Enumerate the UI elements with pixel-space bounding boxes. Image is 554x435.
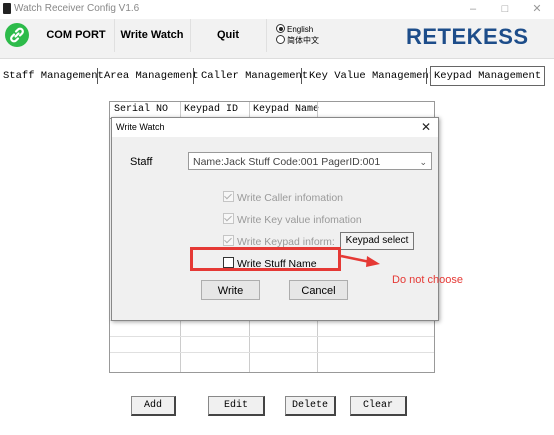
- row-divider: [110, 336, 434, 337]
- write-button[interactable]: Write: [201, 280, 260, 300]
- management-tabs: Staff Management Area Management Caller …: [0, 66, 554, 86]
- write-key-value-option[interactable]: Write Key value infomation: [223, 213, 362, 226]
- delete-button[interactable]: Delete: [285, 396, 336, 416]
- link-icon[interactable]: [5, 23, 29, 47]
- staff-label: Staff: [130, 156, 153, 168]
- tab-caller-management[interactable]: Caller Management: [201, 67, 308, 85]
- annotation-text: Do not choose: [392, 274, 463, 286]
- maximize-button[interactable]: □: [494, 1, 516, 17]
- checkbox-checked-icon[interactable]: [223, 191, 234, 202]
- tab-divider: [301, 68, 302, 84]
- write-caller-option[interactable]: Write Caller infomation: [223, 191, 343, 204]
- dialog-title: Write Watch: [116, 122, 165, 132]
- edit-button[interactable]: Edit: [208, 396, 265, 416]
- title-bar: Watch Receiver Config V1.6 – □ ✕: [0, 0, 554, 18]
- tab-staff-management[interactable]: Staff Management: [3, 67, 104, 85]
- retekess-logo: RETEKESS: [406, 24, 529, 49]
- keypad-select-button[interactable]: Keypad select: [340, 232, 414, 250]
- window-close-button[interactable]: ✕: [526, 1, 548, 17]
- red-arrow-icon: [340, 254, 380, 267]
- language-option-chinese[interactable]: 简体中文: [276, 35, 319, 46]
- minimize-button[interactable]: –: [462, 1, 484, 17]
- tab-keypad-management[interactable]: Keypad Management: [430, 66, 546, 86]
- com-port-button[interactable]: COM PORT: [38, 19, 115, 52]
- toolbar: COM PORT Write Watch Quit English 简体中文 R…: [0, 19, 554, 59]
- tab-divider: [426, 68, 427, 84]
- radio-selected-icon[interactable]: [276, 24, 285, 33]
- tab-divider: [97, 68, 98, 84]
- highlight-box: [190, 247, 341, 271]
- column-header-keypad-id[interactable]: Keypad ID: [180, 102, 249, 118]
- write-watch-button[interactable]: Write Watch: [114, 19, 191, 52]
- tab-key-value-management[interactable]: Key Value Management: [309, 67, 435, 85]
- cancel-button[interactable]: Cancel: [289, 280, 348, 300]
- row-divider: [110, 352, 434, 353]
- checkbox-checked-icon[interactable]: [223, 213, 234, 224]
- window-title: Watch Receiver Config V1.6: [14, 3, 140, 14]
- dialog-title-bar: Write Watch ✕: [112, 118, 438, 137]
- tab-divider: [193, 68, 194, 84]
- chevron-down-icon: ⌄: [419, 157, 427, 167]
- column-header-serial-no[interactable]: Serial NO: [110, 102, 180, 118]
- language-option-english[interactable]: English: [276, 24, 313, 35]
- add-button[interactable]: Add: [131, 396, 176, 416]
- checkbox-checked-icon[interactable]: [223, 235, 234, 246]
- staff-select[interactable]: Name:Jack Stuff Code:001 PagerID:001 ⌄: [188, 152, 432, 170]
- app-icon: [3, 3, 11, 14]
- clear-button[interactable]: Clear: [350, 396, 407, 416]
- radio-unselected-icon[interactable]: [276, 35, 285, 44]
- quit-button[interactable]: Quit: [190, 19, 267, 52]
- dialog-close-icon[interactable]: ✕: [421, 120, 431, 134]
- tab-area-management[interactable]: Area Management: [104, 67, 199, 85]
- write-watch-dialog: Write Watch ✕ Staff Name:Jack Stuff Code…: [111, 117, 439, 321]
